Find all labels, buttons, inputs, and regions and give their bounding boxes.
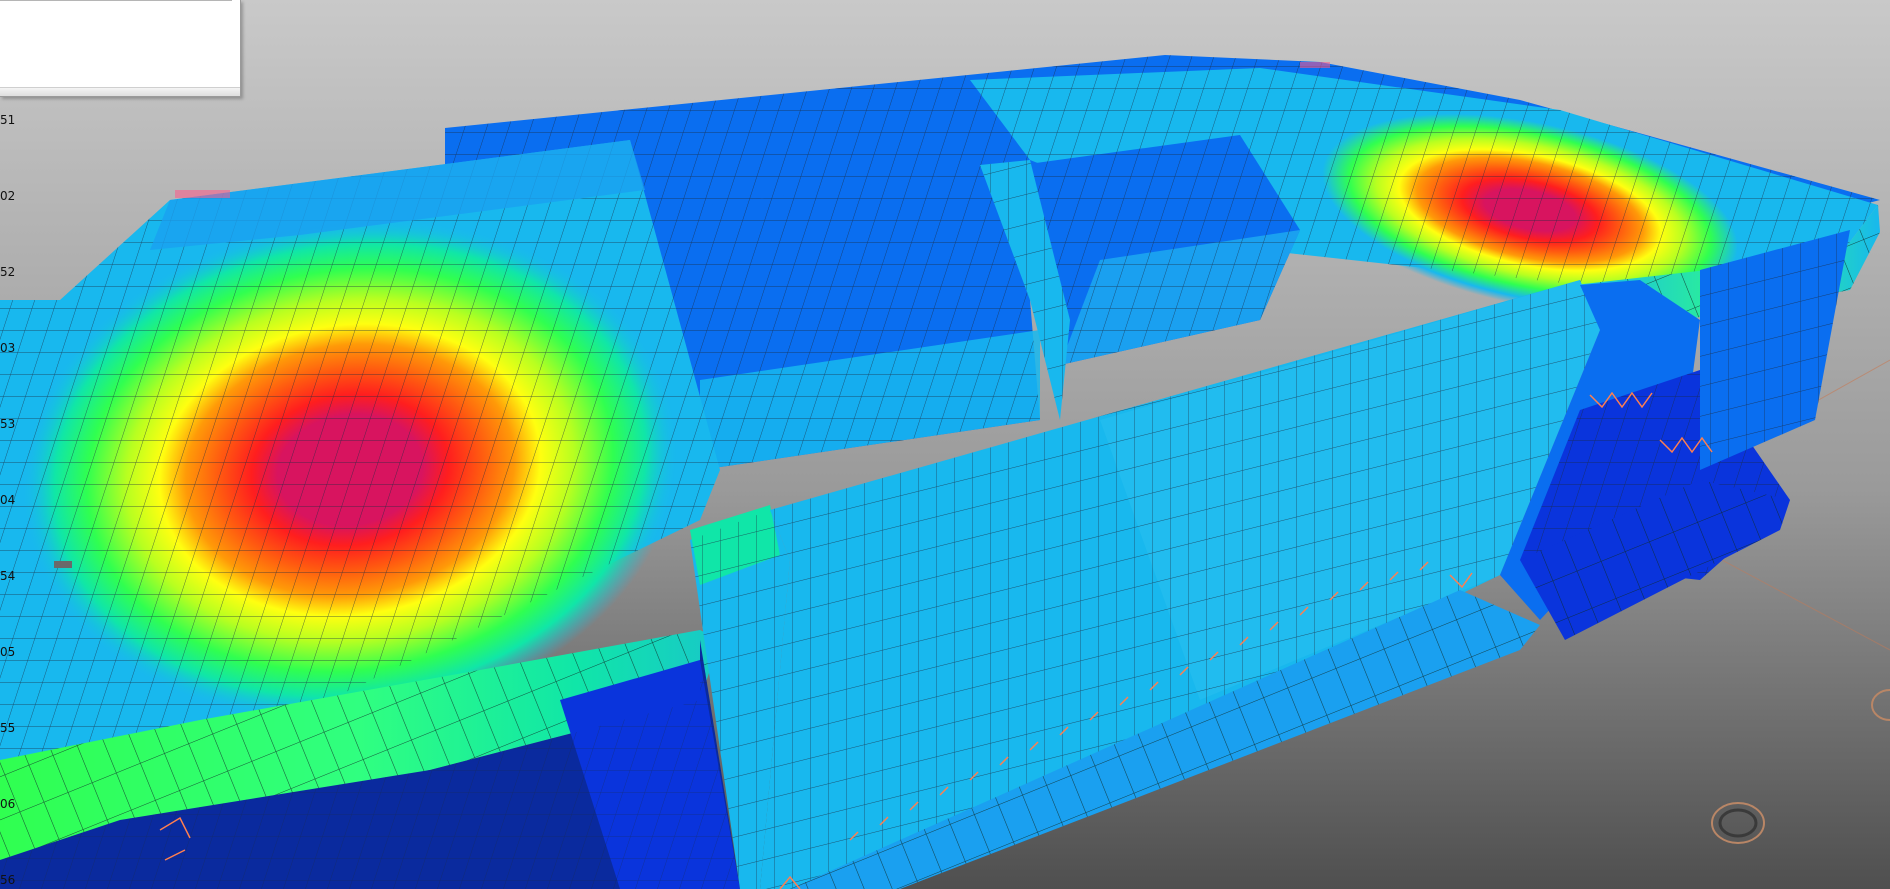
legend-tick-label: 51: [0, 113, 16, 127]
legend-tick-label: 56: [0, 873, 16, 887]
legend-tick-label: 06: [0, 797, 16, 811]
fe-model-scene[interactable]: [0, 0, 1890, 889]
legend-tick-label: 04: [0, 493, 16, 507]
legend-bottom-strip: [0, 87, 240, 96]
legend-tick-label: 54: [0, 569, 16, 583]
3d-viewport[interactable]: 51 02 52 03 53 04 54 05 55 06 56: [0, 0, 1890, 889]
legend-panel: [0, 0, 241, 97]
legend-divider: [0, 0, 232, 1]
legend-tick-label: 55: [0, 721, 16, 735]
legend-tick-label: 02: [0, 189, 16, 203]
legend-tick-label: 53: [0, 417, 16, 431]
legend-tick-label: 03: [0, 341, 16, 355]
legend-tick-label: 05: [0, 645, 16, 659]
slab-corner-marker: [54, 561, 72, 568]
slab-corner-marker: [1300, 62, 1330, 68]
slab-corner-marker: [175, 190, 230, 198]
legend-tick-label: 52: [0, 265, 16, 279]
